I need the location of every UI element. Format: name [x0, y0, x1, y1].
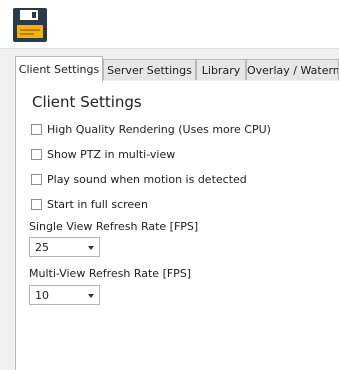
- multi-view-refresh-value: 10: [35, 289, 49, 302]
- panel-title: Client Settings: [32, 93, 142, 111]
- tab-library[interactable]: Library: [196, 59, 246, 80]
- single-view-refresh-select[interactable]: 25: [29, 237, 100, 257]
- show-ptz-checkbox[interactable]: [31, 148, 42, 160]
- start-fullscreen-label: Start in full screen: [47, 197, 148, 211]
- tab-server-settings[interactable]: Server Settings: [103, 59, 196, 80]
- tab-overlay-watermark[interactable]: Overlay / Waterm: [246, 59, 339, 80]
- play-sound-option[interactable]: Play sound when motion is detected: [31, 171, 247, 187]
- tab-client-settings[interactable]: Client Settings: [15, 56, 103, 82]
- floppy-disk-icon: [13, 8, 47, 42]
- multi-view-refresh-select[interactable]: 10: [29, 285, 100, 305]
- start-fullscreen-checkbox[interactable]: [31, 198, 42, 210]
- start-fullscreen-option[interactable]: Start in full screen: [31, 196, 148, 212]
- play-sound-checkbox[interactable]: [31, 173, 42, 185]
- high-quality-rendering-label: High Quality Rendering (Uses more CPU): [47, 122, 271, 136]
- play-sound-label: Play sound when motion is detected: [47, 172, 247, 186]
- single-view-refresh-value: 25: [35, 241, 49, 254]
- single-view-refresh-label: Single View Refresh Rate [FPS]: [29, 220, 199, 233]
- high-quality-rendering-checkbox[interactable]: [31, 123, 42, 135]
- settings-tab-strip: Client Settings Server Settings Library …: [15, 56, 339, 82]
- show-ptz-label: Show PTZ in multi-view: [47, 147, 176, 161]
- show-ptz-option[interactable]: Show PTZ in multi-view: [31, 146, 175, 162]
- client-settings-panel: Client Settings High Quality Rendering (…: [15, 81, 339, 370]
- chevron-down-icon: [88, 246, 94, 250]
- toolbar: [0, 0, 339, 49]
- multi-view-refresh-label: Multi-View Refresh Rate [FPS]: [29, 267, 192, 280]
- save-button[interactable]: [12, 7, 48, 43]
- chevron-down-icon: [88, 294, 94, 298]
- high-quality-rendering-option[interactable]: High Quality Rendering (Uses more CPU): [31, 121, 271, 137]
